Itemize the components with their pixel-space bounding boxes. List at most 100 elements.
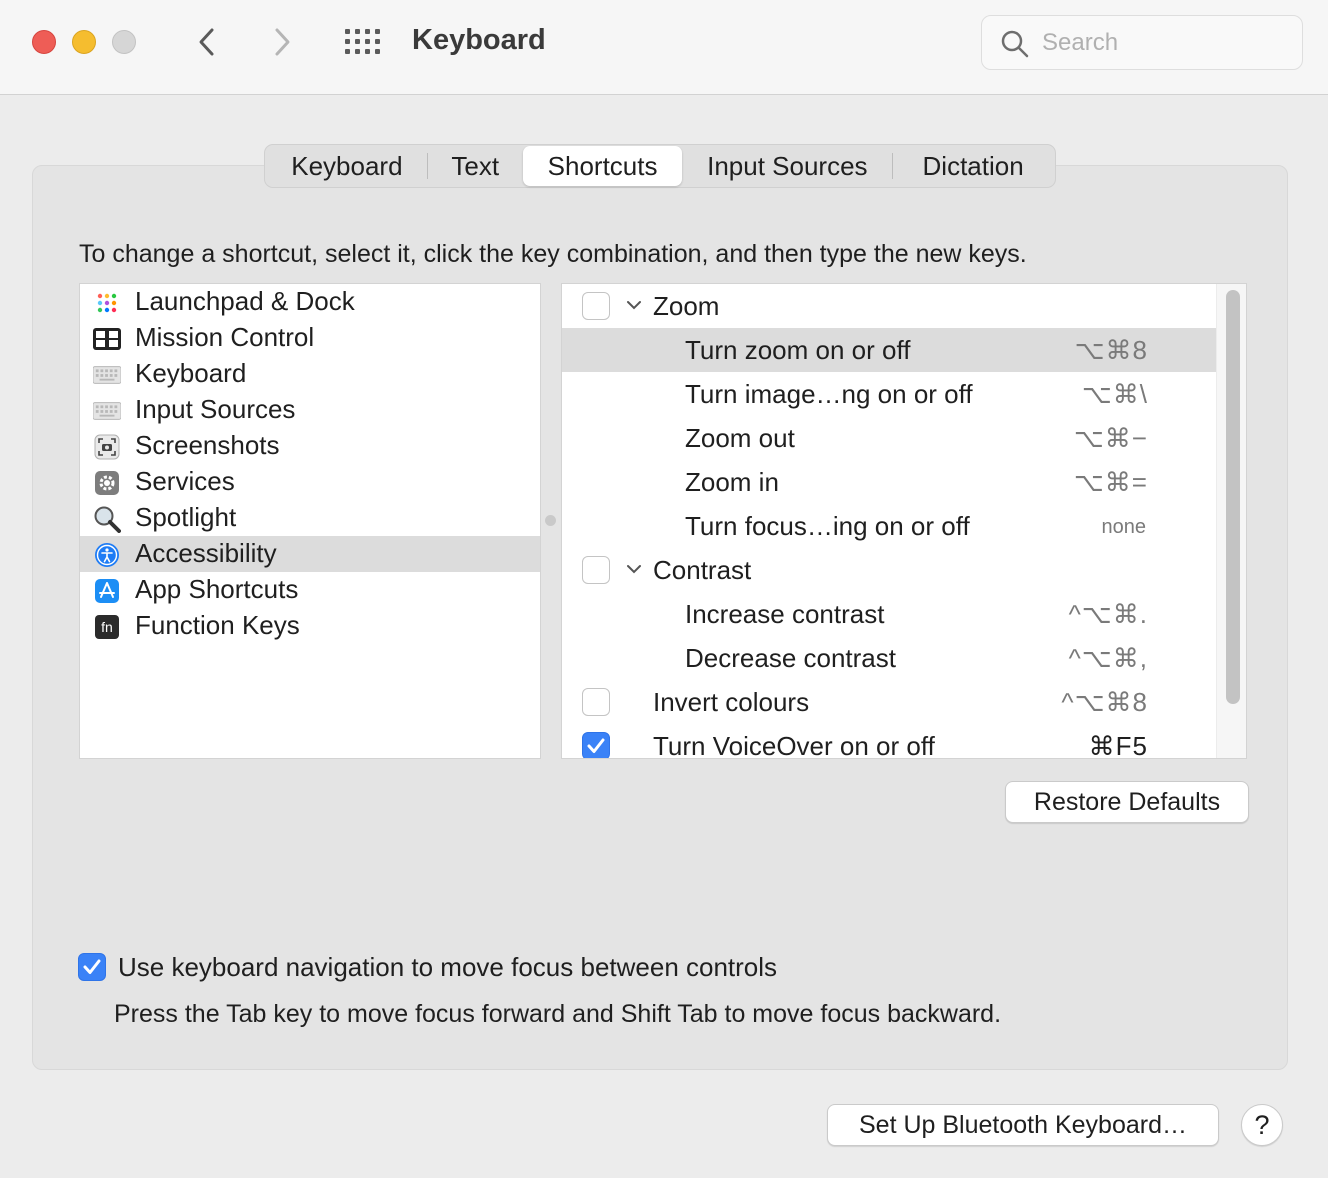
close-window-button[interactable] [32,30,56,54]
scrollbar-thumb[interactable] [1226,290,1240,704]
category-item-spotlight[interactable]: Spotlight [80,500,540,536]
chevron-right-icon [275,28,290,56]
shortcut-label: Invert colours [653,687,810,717]
gear-icon [93,469,121,497]
shortcut-key-combo[interactable]: ^⌥⌘, [1069,643,1148,674]
shortcut-label: Zoom out [685,423,795,453]
shortcut-row[interactable]: Increase contrast ^⌥⌘. [562,592,1216,636]
search-field[interactable] [981,15,1303,70]
shortcut-label: Turn image…ng on or off [685,379,973,409]
shortcut-row[interactable]: Turn VoiceOver on or off ⌘F5 [562,724,1216,759]
chevron-down-icon[interactable] [625,562,643,576]
tab-text[interactable]: Text [428,146,523,186]
keyboard-navigation-hint: Press the Tab key to move focus forward … [114,1000,1002,1028]
title-bar: Keyboard [0,0,1328,95]
tab-bar: Keyboard Text Shortcuts Input Sources Di… [264,144,1056,188]
category-item-app-shortcuts[interactable]: App Shortcuts [80,572,540,608]
category-item-launchpad-dock[interactable]: Launchpad & Dock [80,284,540,320]
back-button[interactable] [188,22,228,62]
keyboard-navigation-checkbox[interactable] [78,953,106,981]
tab-input-sources[interactable]: Input Sources [682,146,892,186]
shortcut-key-combo[interactable]: ⌘F5 [1089,731,1148,758]
shortcut-checkbox[interactable] [582,556,610,584]
shortcut-list[interactable]: Zoom Turn zoom on or off ⌥⌘8 Turn image…… [561,283,1247,759]
shortcut-key-combo[interactable]: ⌥⌘− [1074,423,1148,454]
category-item-mission-control[interactable]: Mission Control [80,320,540,356]
shortcut-checkbox[interactable] [582,732,610,758]
shortcut-checkbox[interactable] [582,292,610,320]
shortcut-list-scrollbar[interactable] [1216,284,1246,758]
shortcut-key-combo[interactable]: ⌥⌘8 [1075,335,1148,366]
shortcut-label: Zoom in [685,467,779,497]
shortcut-row[interactable]: Invert colours ^⌥⌘8 [562,680,1216,724]
category-item-keyboard[interactable]: Keyboard [80,356,540,392]
category-label: Input Sources [135,394,296,424]
chevron-down-icon[interactable] [625,298,643,312]
restore-defaults-button[interactable]: Restore Defaults [1005,781,1249,823]
split-view-divider-handle[interactable] [545,515,556,526]
shortcut-key-combo[interactable]: none [1102,516,1147,539]
input-sources-icon [93,397,121,425]
keyboard-preferences-window: Keyboard Keyboard Text Shortcuts Input S… [0,0,1328,1178]
shortcut-label: Decrease contrast [685,643,896,673]
checkmark-icon [587,738,605,753]
category-label: Keyboard [135,358,247,388]
shortcut-label: Turn VoiceOver on or off [653,731,935,759]
category-label: App Shortcuts [135,574,299,604]
category-item-screenshots[interactable]: Screenshots [80,428,540,464]
keyboard-navigation-label[interactable]: Use keyboard navigation to move focus be… [118,952,777,983]
shortcut-label: Turn zoom on or off [685,335,911,365]
minimize-window-button[interactable] [72,30,96,54]
tab-dictation[interactable]: Dictation [893,146,1053,186]
checkmark-icon [83,959,101,974]
category-item-services[interactable]: Services [80,464,540,500]
shortcut-label: Contrast [653,555,752,585]
category-item-accessibility[interactable]: Accessibility [80,536,540,572]
setup-bluetooth-keyboard-button[interactable]: Set Up Bluetooth Keyboard… [827,1104,1219,1146]
shortcut-row[interactable]: Zoom out ⌥⌘− [562,416,1216,460]
shortcut-row[interactable]: Turn zoom on or off ⌥⌘8 [562,328,1216,372]
svg-text:fn: fn [101,619,113,635]
shortcut-label: Turn focus…ing on or off [685,511,970,541]
category-item-input-sources[interactable]: Input Sources [80,392,540,428]
keyboard-icon [93,361,121,389]
category-item-function-keys[interactable]: fn Function Keys [80,608,540,644]
screenshot-icon [93,433,121,461]
category-label: Spotlight [135,502,237,532]
shortcut-row[interactable]: Turn image…ng on or off ⌥⌘\ [562,372,1216,416]
shortcut-checkbox[interactable] [582,688,610,716]
chevron-left-icon [199,28,214,56]
shortcut-row[interactable]: Zoom in ⌥⌘= [562,460,1216,504]
shortcut-row[interactable]: Decrease contrast ^⌥⌘, [562,636,1216,680]
category-label: Accessibility [135,538,277,568]
tab-keyboard[interactable]: Keyboard [267,146,427,186]
shortcut-row[interactable]: Turn focus…ing on or off none [562,504,1216,548]
show-all-button[interactable] [344,27,384,57]
shortcut-key-combo[interactable]: ⌥⌘= [1074,467,1148,498]
window-title: Keyboard [412,24,546,56]
shortcut-key-combo[interactable]: ^⌥⌘. [1069,599,1148,630]
shortcut-label: Increase contrast [685,599,885,629]
launchpad-icon [93,289,121,317]
forward-button[interactable] [262,22,302,62]
help-button[interactable]: ? [1241,1104,1283,1146]
search-icon [1001,30,1029,58]
tab-shortcuts[interactable]: Shortcuts [522,146,683,186]
zoom-window-button[interactable] [112,30,136,54]
grid-icon [345,29,380,54]
shortcut-category-list[interactable]: Launchpad & Dock Mission Control Keyboar… [79,283,541,759]
shortcut-key-combo[interactable]: ⌥⌘\ [1082,379,1148,410]
search-input[interactable] [1042,26,1282,60]
shortcut-label: Zoom [653,291,720,321]
category-label: Services [135,466,235,496]
instructions-text: To change a shortcut, select it, click t… [79,240,1027,268]
shortcut-key-combo[interactable]: ^⌥⌘8 [1061,687,1148,718]
category-label: Launchpad & Dock [135,286,355,316]
shortcut-group-zoom[interactable]: Zoom [562,284,1216,328]
category-label: Screenshots [135,430,280,460]
accessibility-icon [93,541,121,569]
shortcut-group-contrast[interactable]: Contrast [562,548,1216,592]
fn-key-icon: fn [93,613,121,641]
magnifier-icon [93,505,121,533]
category-label: Function Keys [135,610,300,640]
